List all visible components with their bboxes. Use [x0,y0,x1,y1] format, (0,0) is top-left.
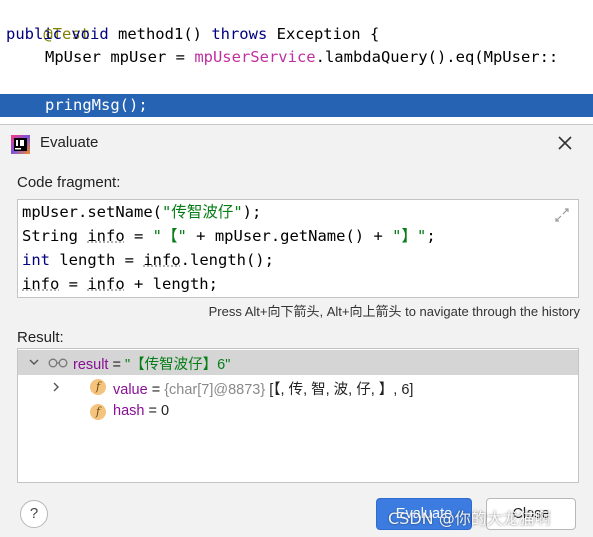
code-token: + length; [124,275,218,293]
field-value: 0 [160,403,170,419]
hash-field-text: hash = 0 [113,403,169,419]
field-name: hash [113,403,145,419]
parens-token: () [183,25,212,43]
glasses-icon [48,358,68,368]
code-line-2: String info = "【" + mpUser.getName() + "… [22,224,436,248]
chevron-down-icon[interactable] [28,356,40,368]
keyword-token: int [22,251,50,269]
code-token: mpUser.setName( [22,203,162,221]
field-icon: f [90,404,106,420]
code-token: ; [426,227,436,245]
field-value: [【, 传, 智, 波, 仔, 】, 6] [265,382,414,398]
string-token: "传智波仔" [161,203,243,221]
variable-token: info [143,251,181,269]
value-field-row[interactable]: f value = {char[7]@8873} [【, 传, 智, 波, 仔,… [18,375,578,400]
evaluate-dialog: Evaluate Code fragment: mpUser.setName("… [0,124,593,537]
code-token: .length(); [180,251,274,269]
declaration-token: MpUser mpUser = [45,48,195,66]
string-token: "】" [392,227,427,245]
current-line-text: pringMsg(); [45,96,148,114]
dialog-titlebar[interactable]: Evaluate [0,125,593,163]
field-icon: f [90,379,106,395]
code-line-1: mpUser.setName("传智波仔"); [22,200,261,224]
editor-line-3: MpUser mpUser = mpUserService.lambdaQuer… [45,46,558,69]
result-name: result [73,357,109,373]
editor-line-1: @Test [6,0,90,43]
code-editor[interactable]: @Test public void method1() throws Excep… [0,0,593,124]
throws-token: throws [211,25,277,43]
exception-token: Exception { [276,25,380,43]
field-token: mpUserService [194,48,316,66]
editor-line-current: pringMsg(); [45,94,148,117]
string-token: "【" [152,227,187,245]
expand-icon[interactable] [555,208,569,222]
code-token: + mpUser.getName() + [186,227,393,245]
editor-line-2: public void method1() throws Exception { [6,23,379,46]
result-tree[interactable]: result = "【传智波仔】6" f value = {char[7]@88… [17,348,579,483]
equals-sign: = [144,403,161,419]
code-token: String [22,227,88,245]
call-token: .lambdaQuery().eq(MpUser:: [315,48,559,66]
variable-token: info [22,275,60,293]
field-name: value [113,382,148,398]
result-label: Result: [17,329,64,346]
dialog-title: Evaluate [40,134,99,151]
keyword-token: public void [6,25,118,43]
equals-sign: = [147,382,165,398]
object-reference: {char[7]@8873} [164,382,266,398]
code-token: ); [242,203,262,221]
code-fragment-label: Code fragment: [17,174,121,191]
equals-sign: = [108,357,125,373]
code-line-3: int length = info.length(); [22,248,274,272]
help-button[interactable]: ? [20,500,48,528]
result-row[interactable]: result = "【传智波仔】6" [18,350,578,375]
variable-token: info [87,227,125,245]
result-value: "【传智波仔】6" [125,357,231,373]
code-line-4: info = info + length; [22,272,218,296]
method-name-token: method1 [117,25,184,43]
close-icon[interactable] [556,134,574,152]
hash-field-row[interactable]: f hash = 0 [18,400,578,425]
code-fragment-editor[interactable]: mpUser.setName("传智波仔"); String info = "【… [17,199,579,298]
code-token: = [59,275,88,293]
watermark: CSDN @你的大龙猫啊 [388,509,551,528]
code-token: = [124,227,153,245]
value-field-text: value = {char[7]@8873} [【, 传, 智, 波, 仔, 】… [113,378,413,399]
history-hint: Press Alt+向下箭头, Alt+向上箭头 to navigate thr… [208,304,580,319]
chevron-right-icon[interactable] [50,381,62,393]
intellij-app-icon [11,135,30,154]
code-token: length = [50,251,144,269]
variable-token: info [87,275,125,293]
result-text: result = "【传智波仔】6" [73,353,230,374]
